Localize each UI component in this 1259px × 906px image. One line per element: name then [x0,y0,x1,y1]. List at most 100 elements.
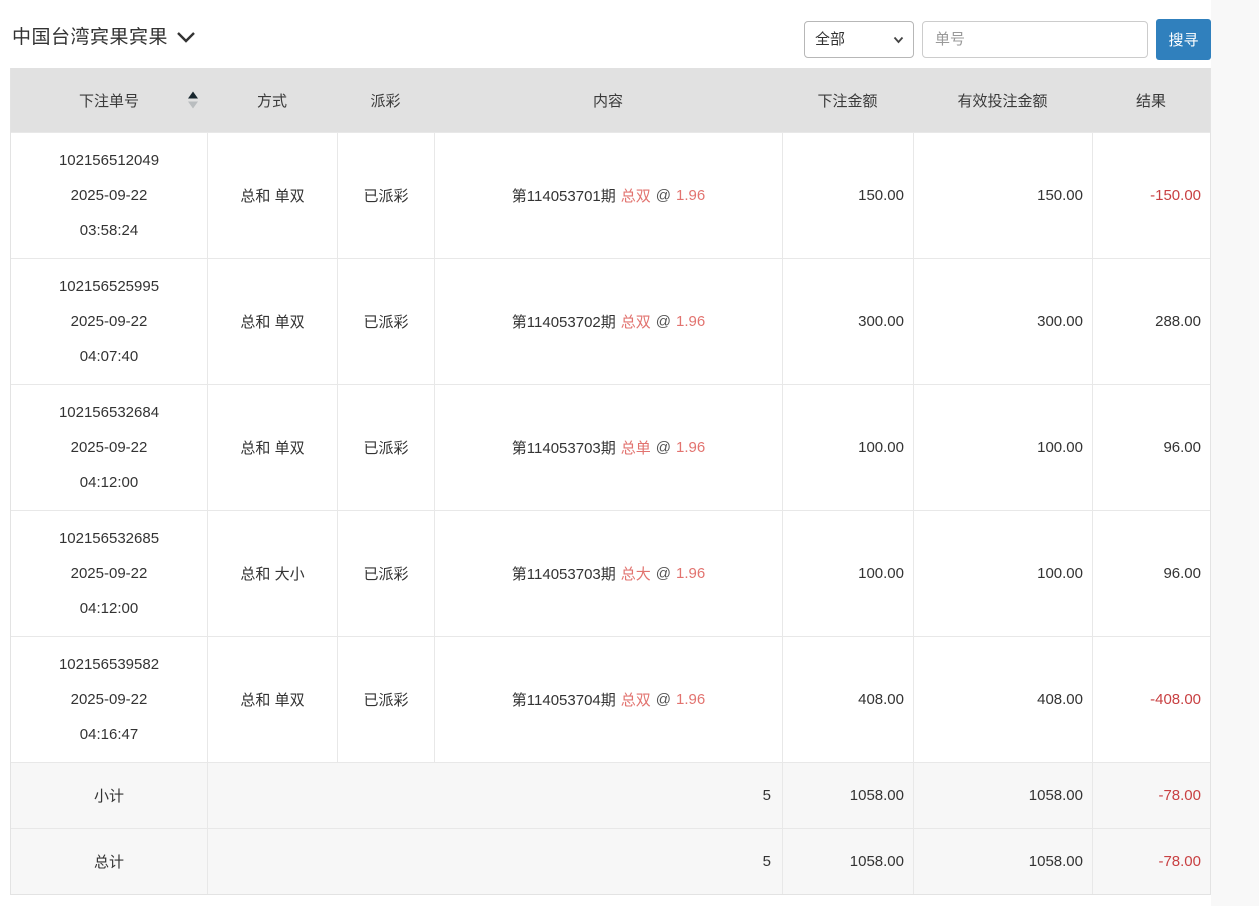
result-cell: 96.00 [1092,385,1210,510]
order-cell: 102156532685 2025-09-22 04:12:00 [11,511,207,636]
content-odds: 1.96 [676,565,705,582]
bet-type-select[interactable]: 全部 [804,21,914,58]
content-pick: 总双 [621,185,651,206]
order-id: 102156532684 [59,395,159,430]
order-cell: 102156539582 2025-09-22 04:16:47 [11,637,207,762]
search-controls: 全部 搜寻 [804,19,1211,60]
payout-cell: 已派彩 [337,511,434,636]
header-bet-amount: 下注金额 [782,68,913,132]
sort-desc-icon [188,102,198,109]
header-valid-amount: 有效投注金额 [913,68,1092,132]
sort-asc-icon [188,92,198,99]
subtotal-row: 小计 5 1058.00 1058.00 -78.00 [11,762,1210,828]
content-period: 第114053703期 [512,563,616,584]
chevron-down-icon [176,31,196,43]
at-sign: @ [656,565,671,582]
bet-amount-cell: 408.00 [782,637,913,762]
order-time: 03:58:24 [80,213,138,248]
payout-cell: 已派彩 [337,133,434,258]
result-cell: -408.00 [1092,637,1210,762]
content-pick: 总单 [621,437,651,458]
content-pick: 总双 [621,311,651,332]
method-cell: 总和 单双 [207,259,337,384]
total-label: 总计 [11,829,207,894]
valid-amount-cell: 100.00 [913,511,1092,636]
valid-amount-cell: 100.00 [913,385,1092,510]
content-cell: 第114053703期 总单 @ 1.96 [434,385,782,510]
table-header-row: 下注单号 方式 派彩 内容 下注金额 有效投注金额 结果 [11,68,1210,132]
order-id: 102156512049 [59,143,159,178]
content-cell: 第114053704期 总双 @ 1.96 [434,637,782,762]
sort-icons [188,92,198,109]
total-valid-amount: 1058.00 [913,829,1092,894]
subtotal-valid-amount: 1058.00 [913,763,1092,828]
table-row: 102156539582 2025-09-22 04:16:47 总和 单双 已… [11,636,1210,762]
bet-records-table: 下注单号 方式 派彩 内容 下注金额 有效投注金额 结果 10215651204… [10,68,1211,895]
order-id: 102156532685 [59,521,159,556]
order-cell: 102156512049 2025-09-22 03:58:24 [11,133,207,258]
header-payout: 派彩 [337,68,434,132]
header-order-id[interactable]: 下注单号 [11,68,207,132]
at-sign: @ [656,187,671,204]
content-pick: 总大 [621,563,651,584]
subtotal-label: 小计 [11,763,207,828]
result-cell: 96.00 [1092,511,1210,636]
content-odds: 1.96 [676,313,705,330]
header-content: 内容 [434,68,782,132]
table-row: 102156532685 2025-09-22 04:12:00 总和 大小 已… [11,510,1210,636]
order-cell: 102156525995 2025-09-22 04:07:40 [11,259,207,384]
page-title: 中国台湾宾果宾果 [12,22,168,49]
order-time: 04:16:47 [80,717,138,752]
table-row: 102156525995 2025-09-22 04:07:40 总和 单双 已… [11,258,1210,384]
content-period: 第114053701期 [512,185,616,206]
subtotal-result: -78.00 [1092,763,1210,828]
order-date: 2025-09-22 [71,304,148,339]
total-count: 5 [207,829,782,894]
method-cell: 总和 单双 [207,385,337,510]
valid-amount-cell: 300.00 [913,259,1092,384]
method-cell: 总和 大小 [207,511,337,636]
order-date: 2025-09-22 [71,556,148,591]
order-time: 04:12:00 [80,591,138,626]
order-time: 04:12:00 [80,465,138,500]
payout-cell: 已派彩 [337,259,434,384]
subtotal-bet-amount: 1058.00 [782,763,913,828]
bet-type-select-wrap: 全部 [804,21,914,58]
search-button[interactable]: 搜寻 [1156,19,1211,60]
method-cell: 总和 单双 [207,133,337,258]
content-period: 第114053702期 [512,311,616,332]
header-result: 结果 [1092,68,1210,132]
order-time: 04:07:40 [80,339,138,374]
valid-amount-cell: 408.00 [913,637,1092,762]
subtotal-count: 5 [207,763,782,828]
result-cell: -150.00 [1092,133,1210,258]
content-period: 第114053704期 [512,689,616,710]
bet-amount-cell: 150.00 [782,133,913,258]
total-bet-amount: 1058.00 [782,829,913,894]
content-cell: 第114053703期 总大 @ 1.96 [434,511,782,636]
total-row: 总计 5 1058.00 1058.00 -78.00 [11,828,1210,894]
order-id: 102156539582 [59,647,159,682]
total-result: -78.00 [1092,829,1210,894]
order-date: 2025-09-22 [71,682,148,717]
valid-amount-cell: 150.00 [913,133,1092,258]
method-cell: 总和 单双 [207,637,337,762]
table-row: 102156532684 2025-09-22 04:12:00 总和 单双 已… [11,384,1210,510]
result-cell: 288.00 [1092,259,1210,384]
payout-cell: 已派彩 [337,637,434,762]
table-row: 102156512049 2025-09-22 03:58:24 总和 单双 已… [11,132,1210,258]
content-odds: 1.96 [676,187,705,204]
order-date: 2025-09-22 [71,178,148,213]
bet-amount-cell: 100.00 [782,511,913,636]
game-selector[interactable]: 中国台湾宾果宾果 [12,22,196,49]
page: 中国台湾宾果宾果 全部 搜寻 下注单号 [0,0,1259,906]
page-background-strip [1211,0,1259,906]
table-body: 102156512049 2025-09-22 03:58:24 总和 单双 已… [11,132,1210,762]
order-number-input[interactable] [922,21,1148,58]
order-cell: 102156532684 2025-09-22 04:12:00 [11,385,207,510]
content-odds: 1.96 [676,439,705,456]
bet-amount-cell: 300.00 [782,259,913,384]
content-odds: 1.96 [676,691,705,708]
payout-cell: 已派彩 [337,385,434,510]
header-order-id-label: 下注单号 [79,90,139,111]
